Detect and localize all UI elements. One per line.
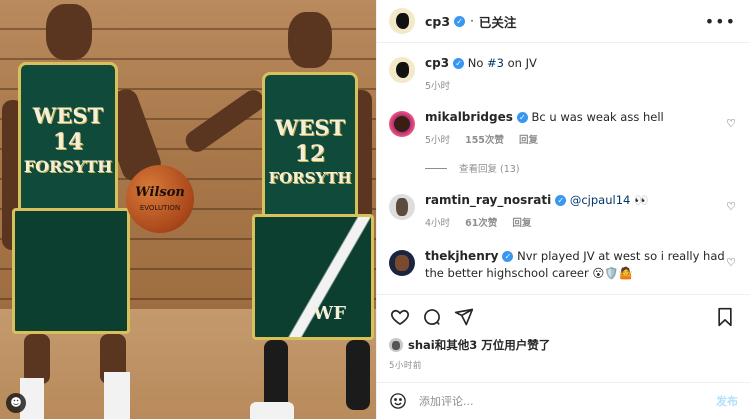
view-replies-button[interactable]: 查看回复 (13)	[425, 161, 738, 175]
commenter-avatar[interactable]	[389, 111, 415, 137]
shorts-left	[12, 208, 130, 334]
commenter-avatar[interactable]	[389, 250, 415, 276]
caption-hashtag[interactable]: #3	[487, 56, 504, 70]
verified-badge-icon: ✓	[555, 195, 567, 206]
comment-bubble-icon[interactable]	[421, 306, 443, 328]
liker-avatar	[389, 338, 403, 352]
liker-username[interactable]: shai	[408, 338, 435, 352]
caption-text-prefix: No	[467, 56, 488, 70]
shorts-right-logo: WF	[313, 303, 346, 324]
reply-button[interactable]: 回复	[512, 218, 531, 229]
like-comment-heart-icon[interactable]: ♡	[726, 117, 736, 130]
comment-input[interactable]: 添加评论...	[419, 393, 716, 409]
post-photo[interactable]: WEST 14 FORSYTH Wilson EVOLUTION WEST 12…	[0, 0, 376, 419]
comment-mention[interactable]: @cjpaul14	[570, 193, 630, 207]
comment-username[interactable]: mikalbridges	[425, 110, 513, 124]
comment-mikalbridges: mikalbridges ✓ Bc u was weak ass hell 5小时…	[389, 109, 738, 149]
comment-username[interactable]: ramtin_ray_nosrati	[425, 193, 551, 207]
commenter-avatar[interactable]	[389, 194, 415, 220]
tagged-user-icon[interactable]: ☻	[6, 393, 26, 413]
author-username[interactable]: cp3	[425, 14, 450, 29]
caption: cp3 ✓ No #3 on JV 5小时	[389, 55, 738, 95]
verified-badge-icon: ✓	[454, 15, 466, 27]
caption-text-suffix: on JV	[503, 56, 537, 70]
post-timestamp: 5小时前	[389, 361, 422, 371]
post-actions: shai 和其他3 万位用户赞了 5小时前 添加评论... 发布	[377, 294, 750, 418]
jersey-left-line2: FORSYTH	[23, 157, 113, 176]
like-heart-icon[interactable]	[389, 306, 411, 328]
jersey-right-line1: WEST	[274, 115, 346, 140]
like-comment-heart-icon[interactable]: ♡	[726, 200, 736, 213]
reply-button[interactable]: 回复	[519, 135, 538, 146]
header-separator: ·	[470, 14, 474, 28]
comment-time: 5小时	[425, 135, 451, 146]
caption-username[interactable]: cp3	[425, 56, 449, 70]
jersey-right-number: 12	[294, 141, 326, 167]
likes-count-text[interactable]: 和其他3 万位用户赞了	[435, 337, 551, 353]
verified-badge-icon: ✓	[453, 58, 465, 69]
comments-list: cp3 ✓ No #3 on JV 5小时 mikalbridges ✓ Bc u …	[377, 55, 750, 282]
jersey-right: WEST 12 FORSYTH	[262, 72, 358, 220]
comment-emoji: 😮🛡️🤷	[592, 266, 633, 280]
add-comment-bar: 添加评论... 发布	[377, 382, 750, 418]
verified-badge-icon: ✓	[516, 112, 528, 123]
following-button[interactable]: 已关注	[479, 12, 517, 31]
emoji-picker-icon[interactable]	[389, 392, 407, 410]
instagram-post-view: WEST 14 FORSYTH Wilson EVOLUTION WEST 12…	[0, 0, 750, 419]
verified-badge-icon: ✓	[502, 251, 514, 262]
comment-time: 4小时	[425, 218, 451, 229]
view-replies-label[interactable]: 查看回复 (13)	[459, 161, 520, 175]
comment-username[interactable]: thekjhenry	[425, 249, 498, 263]
post-comment-button[interactable]: 发布	[716, 393, 738, 409]
more-options-icon[interactable]: •••	[705, 12, 736, 31]
jersey-right-line2: FORSYTH	[268, 169, 352, 187]
author-avatar[interactable]	[389, 8, 415, 34]
action-icons-bar	[377, 295, 750, 329]
comment-emoji: 👀	[633, 193, 649, 207]
like-comment-heart-icon[interactable]: ♡	[726, 256, 736, 269]
replies-divider	[425, 167, 447, 169]
jersey-left: WEST 14 FORSYTH	[18, 62, 118, 212]
jersey-left-number: 14	[52, 129, 84, 155]
comment-ramtin: ramtin_ray_nosrati ✓ @cjpaul14 👀 4小时 61次赞…	[389, 192, 738, 232]
comment-thekjhenry: thekjhenry ✓ Nvr played JV at west so i r…	[389, 248, 738, 282]
post-header: cp3 ✓ · 已关注 •••	[377, 0, 750, 43]
shorts-right: WF	[252, 214, 374, 340]
likes-summary[interactable]: shai 和其他3 万位用户赞了	[377, 329, 750, 353]
caption-avatar[interactable]	[389, 57, 415, 83]
player-right: WEST 12 FORSYTH WF	[180, 0, 376, 419]
caption-time: 5小时	[425, 81, 451, 92]
comment-likes[interactable]: 155次赞	[465, 135, 504, 146]
jersey-left-line1: WEST	[32, 103, 104, 128]
comment-text: Bc u was weak ass hell	[531, 110, 664, 124]
comment-likes[interactable]: 61次赞	[465, 218, 497, 229]
post-details-panel: cp3 ✓ · 已关注 ••• cp3 ✓ No #3 on JV 5小时 mik…	[376, 0, 750, 419]
share-send-icon[interactable]	[453, 306, 475, 328]
bookmark-icon[interactable]	[714, 306, 736, 328]
